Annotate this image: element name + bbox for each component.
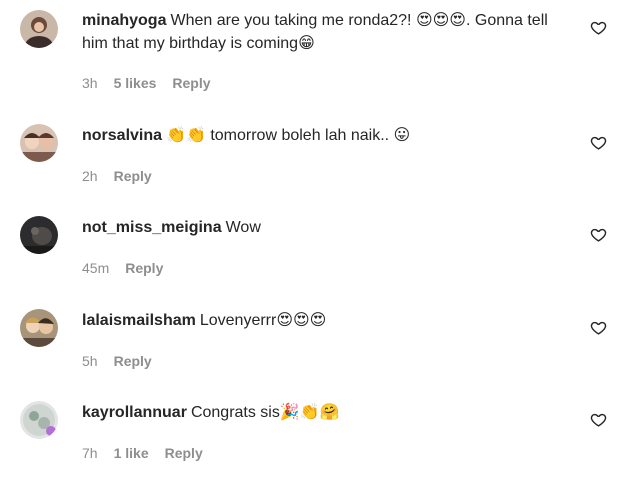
comment-text: norsalvina 👏👏 tomorrow boleh lah naik.. 😛 <box>82 124 552 147</box>
avatar[interactable] <box>20 309 58 347</box>
reply-button[interactable]: Reply <box>165 445 203 461</box>
comment-body: Wow <box>225 219 261 236</box>
username[interactable]: not_miss_meigina <box>82 219 222 236</box>
reply-button[interactable]: Reply <box>125 260 163 276</box>
comment-time[interactable]: 45m <box>82 260 109 276</box>
reply-button[interactable]: Reply <box>114 168 152 184</box>
like-button[interactable] <box>590 19 607 36</box>
username[interactable]: kayrollannuar <box>82 404 187 421</box>
comment-text: minahyoga When are you taking me ronda2?!… <box>82 9 552 55</box>
like-button[interactable] <box>590 411 607 428</box>
avatar[interactable] <box>20 401 58 439</box>
reply-button[interactable]: Reply <box>114 353 152 369</box>
comment-body: 👏👏 tomorrow boleh lah naik.. 😛 <box>166 127 411 144</box>
reply-button[interactable]: Reply <box>172 75 210 91</box>
comment-text: lalaismailsham Lovenyerrr😍😍😍 <box>82 309 552 332</box>
comment-time[interactable]: 3h <box>82 75 98 91</box>
avatar[interactable] <box>20 10 58 48</box>
comment-list: minahyoga When are you taking me ronda2?!… <box>0 0 623 485</box>
heart-outline-icon <box>590 228 607 242</box>
comment-body: Congrats sis🎉👏🤗 <box>190 404 340 421</box>
comment-body: Lovenyerrr😍😍😍 <box>199 312 327 329</box>
like-button[interactable] <box>590 319 607 336</box>
username[interactable]: lalaismailsham <box>82 312 196 329</box>
heart-outline-icon <box>590 21 607 35</box>
heart-outline-icon <box>590 321 607 335</box>
like-button[interactable] <box>590 134 607 151</box>
heart-outline-icon <box>590 136 607 150</box>
comment-time[interactable]: 7h <box>82 445 98 461</box>
comment-time[interactable]: 5h <box>82 353 98 369</box>
avatar[interactable] <box>20 124 58 162</box>
like-button[interactable] <box>590 226 607 243</box>
avatar[interactable] <box>20 216 58 254</box>
comment-text: kayrollannuar Congrats sis🎉👏🤗 <box>82 401 552 424</box>
likes-count[interactable]: 1 like <box>114 445 149 461</box>
username[interactable]: minahyoga <box>82 12 166 29</box>
comment-time[interactable]: 2h <box>82 168 98 184</box>
username[interactable]: norsalvina <box>82 127 162 144</box>
heart-outline-icon <box>590 413 607 427</box>
likes-count[interactable]: 5 likes <box>114 75 157 91</box>
comment-text: not_miss_meigina Wow <box>82 216 552 239</box>
